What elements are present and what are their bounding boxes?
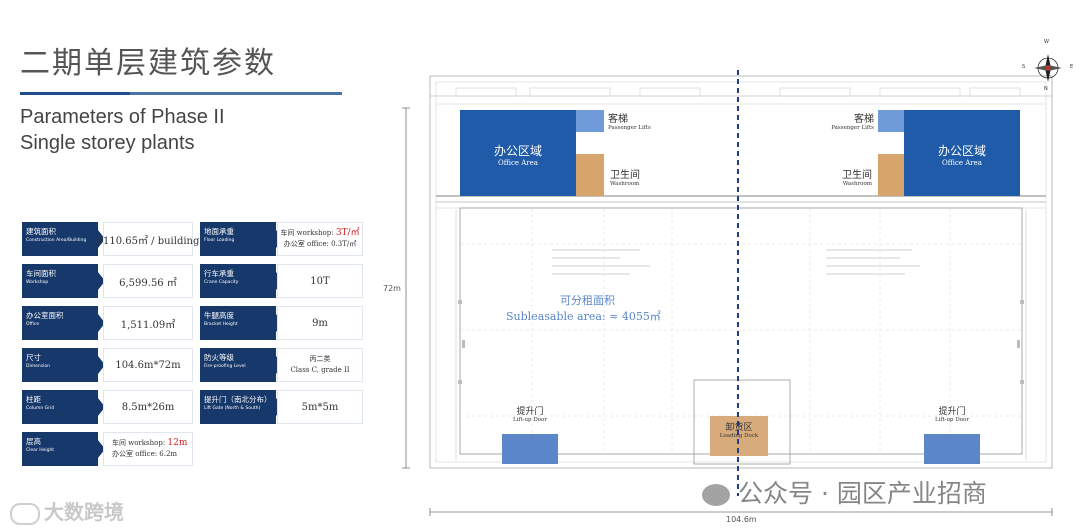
office-right-label: 办公区域 Office Area — [937, 144, 986, 167]
lift-up-door-right — [924, 434, 980, 464]
passenger-lift-left — [576, 110, 604, 132]
brand-logo-icon — [10, 502, 40, 525]
sublease-label-en: Subleasable area: ≈ 4055㎡ — [506, 310, 661, 323]
compass-north: W — [1044, 39, 1049, 45]
brand-watermark: 大数跨境 — [10, 496, 124, 525]
lift-up-door-left — [502, 434, 558, 464]
washroom-left — [576, 154, 604, 196]
plan-notes — [552, 249, 920, 275]
passenger-lift-right — [878, 110, 904, 132]
washroom-right — [878, 154, 904, 196]
wechat-watermark: 公众号 · 园区产业招商 — [702, 474, 987, 510]
lift-right-label: 客梯 Passenger Lifts — [831, 114, 874, 131]
washroom-left-label: 卫生间 Washroom — [610, 170, 640, 187]
compass-icon — [1034, 54, 1062, 82]
wechat-icon — [702, 484, 730, 506]
washroom-right-label: 卫生间 Washroom — [842, 170, 872, 187]
loading-dock-label: 卸货区 Loading Dock — [719, 423, 759, 439]
floor-plan — [402, 54, 1062, 516]
sublease-label-cn: 可分租面积 — [560, 294, 615, 307]
compass-west: N — [1044, 86, 1048, 92]
height-dimension-label: 72m — [383, 284, 401, 293]
compass-east: E — [1070, 64, 1074, 70]
width-dimension-label: 104.6m — [726, 515, 757, 524]
lift-left-label: 客梯 Passenger Lifts — [608, 114, 651, 131]
lift-door-left-label: 提升门 Lift-up Door — [513, 407, 547, 423]
office-left-label: 办公区域 Office Area — [493, 144, 542, 167]
compass-south: S — [1022, 64, 1026, 70]
lift-door-right-label: 提升门 Lift-up Door — [935, 407, 969, 423]
